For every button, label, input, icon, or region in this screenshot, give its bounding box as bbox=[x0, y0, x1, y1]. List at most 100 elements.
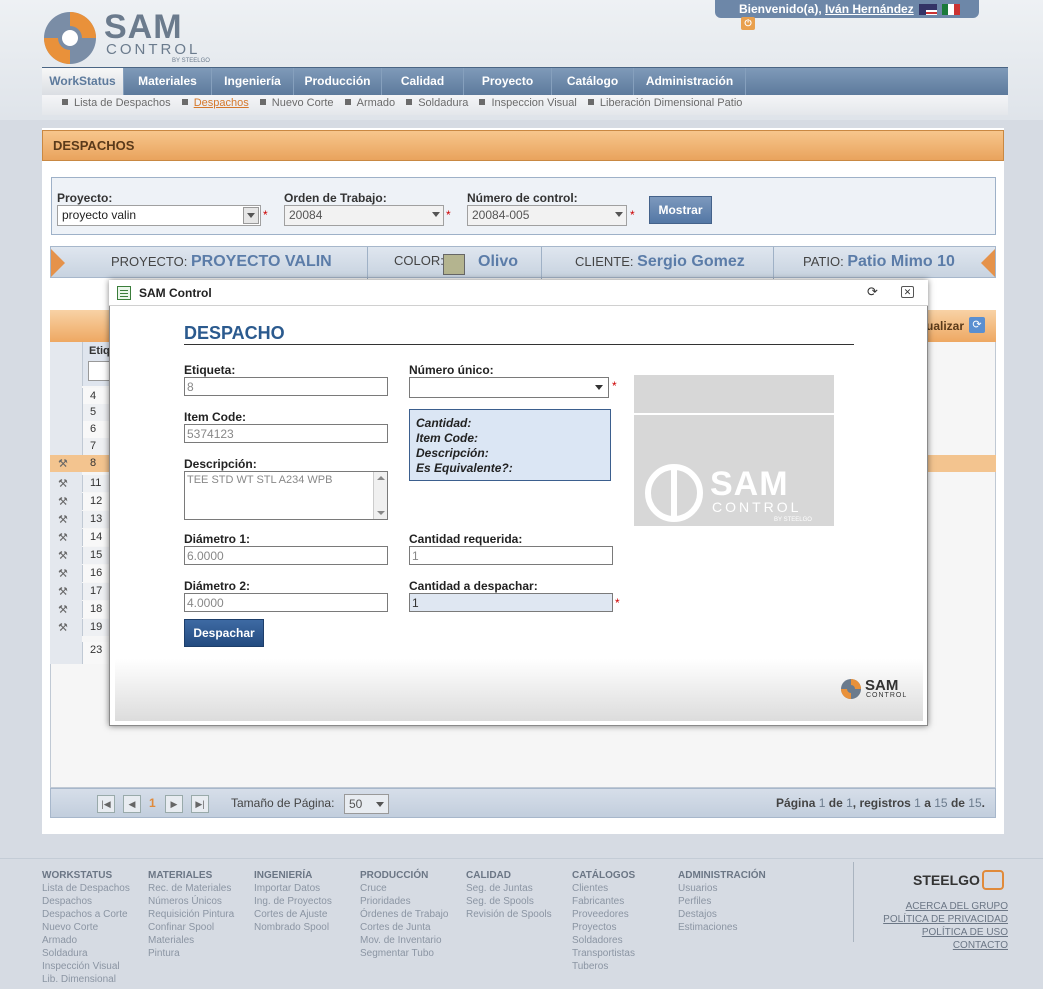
footer-link[interactable]: Cruce bbox=[360, 882, 448, 895]
footer-column-title[interactable]: CALIDAD bbox=[466, 869, 552, 882]
footer-link[interactable]: Prioridades bbox=[360, 895, 448, 908]
footer-link[interactable]: Importar Datos bbox=[254, 882, 332, 895]
footer-link[interactable]: Segmentar Tubo bbox=[360, 947, 448, 960]
footer-link[interactable]: Lib. Dimensional bbox=[42, 973, 130, 986]
proyecto-select[interactable]: proyecto valin bbox=[57, 205, 261, 226]
first-page-icon[interactable]: |◀ bbox=[97, 795, 115, 813]
footer-link[interactable]: Seg. de Spools bbox=[466, 895, 552, 908]
tab-workstatus[interactable]: WorkStatus bbox=[42, 68, 124, 96]
mostrar-button[interactable]: Mostrar bbox=[649, 196, 712, 224]
subnav-nuevo-corte[interactable]: Nuevo Corte bbox=[272, 97, 334, 109]
footer-link[interactable]: Armado bbox=[42, 934, 130, 947]
footer-link[interactable]: Confinar Spool bbox=[148, 921, 234, 934]
footer-link[interactable]: Despachos bbox=[42, 895, 130, 908]
footer-link[interactable]: Lista de Despachos bbox=[42, 882, 130, 895]
dispatch-action-icon[interactable]: ⚒ bbox=[58, 567, 72, 580]
descripcion-textarea[interactable]: TEE STD WT STL A234 WPB bbox=[184, 471, 388, 520]
dispatch-action-icon[interactable]: ⚒ bbox=[58, 531, 72, 544]
cantidad-requerida-field[interactable]: 1 bbox=[409, 546, 613, 565]
page-size-select[interactable]: 50 bbox=[344, 794, 389, 814]
dispatch-action-icon[interactable]: ⚒ bbox=[58, 603, 72, 616]
footer-link-uso[interactable]: POLÍTICA DE USO bbox=[855, 926, 1008, 939]
footer-link[interactable]: Cortes de Ajuste bbox=[254, 908, 332, 921]
current-page[interactable]: 1 bbox=[149, 796, 156, 810]
subnav-liberacion-dimensional[interactable]: Liberación Dimensional Patio bbox=[600, 97, 742, 109]
footer-link[interactable]: Usuarios bbox=[678, 882, 766, 895]
logout-icon[interactable]: ⏻ bbox=[741, 17, 755, 31]
user-link[interactable]: Iván Hernández bbox=[825, 2, 914, 16]
cantidad-despachar-field[interactable]: 1 bbox=[409, 593, 613, 612]
footer-column-title[interactable]: INGENIERÍA bbox=[254, 869, 332, 882]
subnav-soldadura[interactable]: Soldadura bbox=[418, 97, 468, 109]
chevron-down-icon[interactable] bbox=[376, 802, 384, 807]
footer-link-contacto[interactable]: CONTACTO bbox=[855, 939, 1008, 952]
scrollbar[interactable] bbox=[373, 472, 387, 519]
flag-mx-icon[interactable] bbox=[942, 4, 961, 16]
footer-link[interactable]: Números Únicos bbox=[148, 895, 234, 908]
dispatch-action-icon[interactable]: ⚒ bbox=[58, 495, 72, 508]
footer-link[interactable]: Materiales bbox=[148, 934, 234, 947]
sam-control-logo[interactable]: SAM CONTROL BY STEELGO bbox=[42, 8, 222, 68]
tab-catalogo[interactable]: Catálogo bbox=[552, 68, 634, 96]
dispatch-action-icon[interactable]: ⚒ bbox=[58, 457, 72, 470]
flag-us-icon[interactable] bbox=[919, 4, 938, 16]
footer-column-title[interactable]: CATÁLOGOS bbox=[572, 869, 635, 882]
footer-link[interactable]: Rec. de Materiales bbox=[148, 882, 234, 895]
footer-link[interactable]: Nuevo Corte bbox=[42, 921, 130, 934]
dispatch-action-icon[interactable]: ⚒ bbox=[58, 549, 72, 562]
footer-link[interactable]: Clientes bbox=[572, 882, 635, 895]
footer-column-title[interactable]: ADMINISTRACIÓN bbox=[678, 869, 766, 882]
footer-link[interactable]: Proveedores bbox=[572, 908, 635, 921]
dispatch-action-icon[interactable]: ⚒ bbox=[58, 513, 72, 526]
orden-select[interactable]: 20084 bbox=[284, 205, 444, 226]
footer-link[interactable]: Soldadores bbox=[572, 934, 635, 947]
dispatch-action-icon[interactable]: ⚒ bbox=[58, 477, 72, 490]
subnav-armado[interactable]: Armado bbox=[357, 97, 396, 109]
footer-link[interactable]: Proyectos bbox=[572, 921, 635, 934]
numero-control-select[interactable]: 20084-005 bbox=[467, 205, 627, 226]
chevron-down-icon[interactable] bbox=[595, 385, 603, 390]
footer-link[interactable]: Tuberos bbox=[572, 960, 635, 973]
subnav-lista-despachos[interactable]: Lista de Despachos bbox=[74, 97, 171, 109]
tab-proyecto[interactable]: Proyecto bbox=[464, 68, 552, 96]
tab-materiales[interactable]: Materiales bbox=[124, 68, 212, 96]
footer-column-title[interactable]: MATERIALES bbox=[148, 869, 234, 882]
footer-link[interactable]: Requisición Pintura bbox=[148, 908, 234, 921]
prev-page-icon[interactable]: ◀ bbox=[123, 795, 141, 813]
footer-link[interactable]: Despachos a Corte bbox=[42, 908, 130, 921]
diametro1-field[interactable]: 6.0000 bbox=[184, 546, 388, 565]
dispatch-action-icon[interactable]: ⚒ bbox=[58, 585, 72, 598]
footer-link[interactable]: Nombrado Spool bbox=[254, 921, 332, 934]
despachar-button[interactable]: Despachar bbox=[184, 619, 264, 647]
footer-link[interactable]: Ing. de Proyectos bbox=[254, 895, 332, 908]
footer-link[interactable]: Revisión de Spools bbox=[466, 908, 552, 921]
steelgo-brand[interactable]: STEELGO bbox=[913, 872, 980, 888]
footer-link[interactable]: Mov. de Inventario bbox=[360, 934, 448, 947]
refresh-dialog-icon[interactable]: ⟳ bbox=[867, 284, 878, 300]
tab-ingenieria[interactable]: Ingeniería bbox=[212, 68, 294, 96]
diametro2-field[interactable]: 4.0000 bbox=[184, 593, 388, 612]
footer-column-title[interactable]: PRODUCCIÓN bbox=[360, 869, 448, 882]
chevron-down-icon[interactable] bbox=[243, 207, 259, 224]
footer-link-privacidad[interactable]: POLÍTICA DE PRIVACIDAD bbox=[855, 913, 1008, 926]
next-page-icon[interactable]: ▶ bbox=[165, 795, 183, 813]
refresh-icon[interactable]: ⟳ bbox=[969, 317, 985, 333]
footer-column-title[interactable]: WORKSTATUS bbox=[42, 869, 130, 882]
numero-unico-select[interactable] bbox=[409, 377, 609, 398]
footer-link[interactable]: Destajos bbox=[678, 908, 766, 921]
footer-link[interactable]: Soldadura bbox=[42, 947, 130, 960]
actualizar-label[interactable]: ualizar bbox=[926, 319, 964, 333]
footer-link[interactable]: Pintura bbox=[148, 947, 234, 960]
subnav-inspeccion-visual[interactable]: Inspeccion Visual bbox=[491, 97, 576, 109]
tab-administracion[interactable]: Administración bbox=[634, 68, 746, 96]
footer-link[interactable]: Estimaciones bbox=[678, 921, 766, 934]
footer-link[interactable]: Fabricantes bbox=[572, 895, 635, 908]
footer-link[interactable]: Órdenes de Trabajo bbox=[360, 908, 448, 921]
tab-produccion[interactable]: Producción bbox=[294, 68, 382, 96]
footer-link[interactable]: Cortes de Junta bbox=[360, 921, 448, 934]
subnav-despachos[interactable]: Despachos bbox=[194, 97, 249, 109]
footer-link-acerca[interactable]: ACERCA DEL GRUPO bbox=[855, 900, 1008, 913]
footer-link[interactable]: Transportistas bbox=[572, 947, 635, 960]
last-page-icon[interactable]: ▶| bbox=[191, 795, 209, 813]
footer-link[interactable]: Seg. de Juntas bbox=[466, 882, 552, 895]
